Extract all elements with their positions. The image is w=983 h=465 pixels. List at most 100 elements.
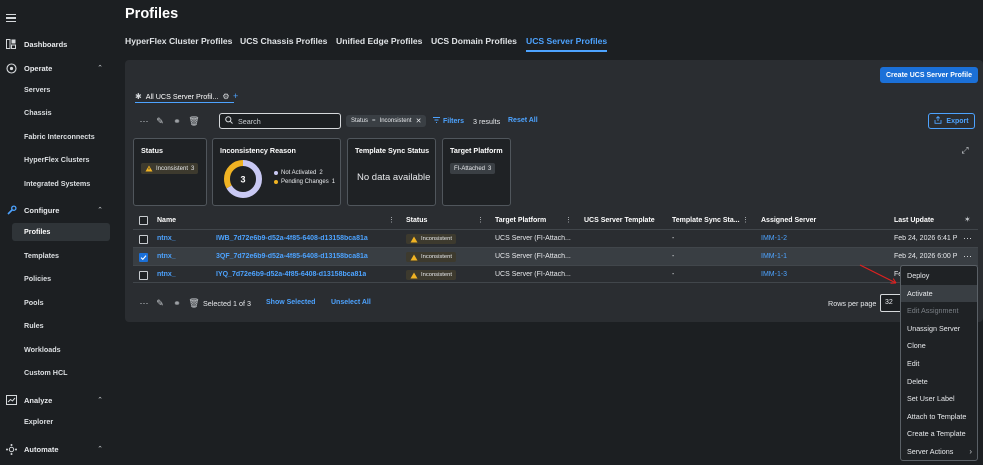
collapse-icon[interactable]: ⤢ <box>960 145 970 155</box>
status-badge-inconsistent[interactable]: Inconsistent 3 <box>141 163 199 174</box>
export-button[interactable]: Export <box>928 113 975 129</box>
select-all-checkbox[interactable] <box>139 216 148 225</box>
nav-section-dashboards[interactable]: Dashboards <box>0 35 115 53</box>
delete-icon[interactable]: 🗑 <box>188 298 199 308</box>
profile-name-link[interactable]: IWB_7d72e6b9-d52a-4f85-6408-d13158bca81a <box>216 235 368 242</box>
sidebar-item-hyperflex-clusters[interactable]: HyperFlex Clusters <box>12 151 110 169</box>
annotation-arrow-icon <box>859 264 897 284</box>
table-row[interactable]: ntnx_ 3QF_7d72e6b9-d52a-4f85-6408-d13158… <box>133 247 978 265</box>
add-view-icon[interactable]: + <box>233 91 238 101</box>
tag-icon[interactable]: ⚭ <box>172 298 182 308</box>
filters-button[interactable]: Filters <box>433 117 464 125</box>
edit-icon[interactable]: ✎ <box>155 116 165 126</box>
tag-icon[interactable]: ⚭ <box>172 116 182 126</box>
tab-ucs-server-profiles[interactable]: UCS Server Profiles <box>526 36 608 52</box>
chevron-up-icon[interactable]: ⌃ <box>97 445 103 453</box>
menu-item-delete[interactable]: Delete <box>901 373 977 391</box>
column-header-name[interactable]: Name <box>157 217 176 224</box>
profile-name-prefix[interactable]: ntnx_ <box>157 235 176 242</box>
menu-item-attach-to-template[interactable]: Attach to Template <box>901 408 977 426</box>
search-box[interactable] <box>219 113 341 129</box>
column-header-target-platform[interactable]: Target Platform <box>495 217 546 224</box>
tab-unified-edge-profiles[interactable]: Unified Edge Profiles <box>336 36 422 52</box>
chevron-up-icon[interactable]: ⌃ <box>97 206 103 214</box>
menu-item-clone[interactable]: Clone <box>901 337 977 355</box>
sidebar-item-custom-hcl[interactable]: Custom HCL <box>12 364 110 382</box>
sidebar-item-profiles[interactable]: Profiles <box>12 223 110 241</box>
sidebar-item-policies[interactable]: Policies <box>12 270 110 288</box>
legend-label: Pending Changes <box>281 179 329 185</box>
sidebar-item-servers[interactable]: Servers <box>12 81 110 99</box>
search-input[interactable] <box>238 116 338 126</box>
platform-badge-fi-attached[interactable]: FI-Attached 3 <box>450 163 496 174</box>
more-actions-icon[interactable]: ⋯ <box>139 298 149 308</box>
filter-chip-status[interactable]: Status = Inconsistent ✕ <box>346 115 427 127</box>
nav-section-analyze[interactable]: Analyze ⌃ <box>0 391 115 409</box>
tab-ucs-chassis-profiles[interactable]: UCS Chassis Profiles <box>240 36 327 52</box>
column-header-assigned-server[interactable]: Assigned Server <box>761 217 816 224</box>
sidebar-item-chassis[interactable]: Chassis <box>12 104 110 122</box>
chevron-up-icon[interactable]: ⌃ <box>97 396 103 404</box>
sidebar-item-templates[interactable]: Templates <box>12 247 110 265</box>
sidebar-item-workloads[interactable]: Workloads <box>12 341 110 359</box>
row-checkbox[interactable] <box>139 235 148 244</box>
chevron-up-icon[interactable]: ⌃ <box>97 64 103 72</box>
hamburger-menu-icon[interactable] <box>6 14 16 23</box>
row-actions-icon[interactable]: ⋯ <box>963 233 972 244</box>
assigned-server-link[interactable]: IMM-1-2 <box>761 235 787 242</box>
column-menu-icon[interactable]: ⋮ <box>388 216 395 224</box>
sidebar-item-pools[interactable]: Pools <box>12 294 110 312</box>
menu-item-label: Server Actions <box>907 447 954 456</box>
column-header-ucs-server-template[interactable]: UCS Server Template <box>584 217 655 224</box>
tab-ucs-domain-profiles[interactable]: UCS Domain Profiles <box>431 36 517 52</box>
column-menu-icon[interactable]: ⋮ <box>742 216 749 224</box>
row-checkbox[interactable] <box>139 253 148 262</box>
view-tab-all-profiles[interactable]: ✱ All UCS Server Profil... ⚙ <box>135 91 234 103</box>
menu-item-set-user-label[interactable]: Set User Label <box>901 390 977 408</box>
filter-chip-operator: = <box>372 118 376 124</box>
unselect-all-button[interactable]: Unselect All <box>331 299 371 306</box>
edit-icon[interactable]: ✎ <box>155 298 165 308</box>
column-menu-icon[interactable]: ⋮ <box>477 216 484 224</box>
menu-item-server-actions[interactable]: Server Actions › <box>901 443 977 461</box>
show-selected-button[interactable]: Show Selected <box>266 299 315 306</box>
settings-icon[interactable]: ⚙ <box>222 92 229 101</box>
nav-section-operate[interactable]: Operate ⌃ <box>0 59 115 77</box>
row-actions-icon[interactable]: ⋯ <box>963 251 972 262</box>
create-ucs-server-profile-button[interactable]: Create UCS Server Profile <box>880 67 978 83</box>
legend-item-not-activated: Not Activated 2 <box>274 170 323 176</box>
sidebar-item-fabric-interconnects[interactable]: Fabric Interconnects <box>12 128 110 146</box>
profile-name-link[interactable]: 3QF_7d72e6b9-d52a-4f85-6408-d13158bca81a <box>216 253 368 260</box>
column-header-status[interactable]: Status <box>406 217 427 224</box>
more-actions-icon[interactable]: ⋯ <box>139 116 149 126</box>
tab-hyperflex-cluster-profiles[interactable]: HyperFlex Cluster Profiles <box>125 36 232 52</box>
table-row[interactable]: ntnx_ IWB_7d72e6b9-d52a-4f85-6408-d13158… <box>133 229 978 247</box>
menu-item-activate[interactable]: Activate <box>901 284 977 303</box>
assigned-server-link[interactable]: IMM-1-1 <box>761 253 787 260</box>
reset-all-button[interactable]: Reset All <box>508 117 538 124</box>
delete-icon[interactable]: 🗑 <box>188 116 199 126</box>
rows-per-page-select[interactable]: 32 <box>880 294 902 312</box>
assigned-server-link[interactable]: IMM-1-3 <box>761 271 787 278</box>
profile-name-link[interactable]: IYQ_7d72e6b9-d52a-4f85-6408-d13158bca81a <box>216 271 366 278</box>
status-badge: Inconsistent <box>406 234 456 244</box>
sidebar-item-integrated-systems[interactable]: Integrated Systems <box>12 175 110 193</box>
row-checkbox[interactable] <box>139 271 148 280</box>
nav-section-automate[interactable]: Automate ⌃ <box>0 440 115 458</box>
menu-item-unassign-server[interactable]: Unassign Server <box>901 320 977 338</box>
donut-chart[interactable]: 3 <box>223 159 263 199</box>
profile-name-prefix[interactable]: ntnx_ <box>157 253 176 260</box>
nav-section-configure[interactable]: Configure ⌃ <box>0 201 115 219</box>
column-menu-icon[interactable]: ⋮ <box>565 216 572 224</box>
menu-item-deploy[interactable]: Deploy <box>901 267 977 285</box>
sidebar-item-rules[interactable]: Rules <box>12 317 110 335</box>
pin-column-icon[interactable]: ✶ <box>964 215 971 224</box>
table-row[interactable]: ntnx_ IYQ_7d72e6b9-d52a-4f85-6408-d13158… <box>133 265 978 283</box>
sidebar-item-explorer[interactable]: Explorer <box>12 413 110 431</box>
column-header-last-update[interactable]: Last Update <box>894 217 934 224</box>
close-icon[interactable]: ✕ <box>416 117 422 125</box>
menu-item-edit[interactable]: Edit <box>901 355 977 373</box>
column-header-template-sync-status[interactable]: Template Sync Sta... <box>672 217 740 224</box>
menu-item-create-a-template[interactable]: Create a Template <box>901 425 977 443</box>
profile-name-prefix[interactable]: ntnx_ <box>157 271 176 278</box>
